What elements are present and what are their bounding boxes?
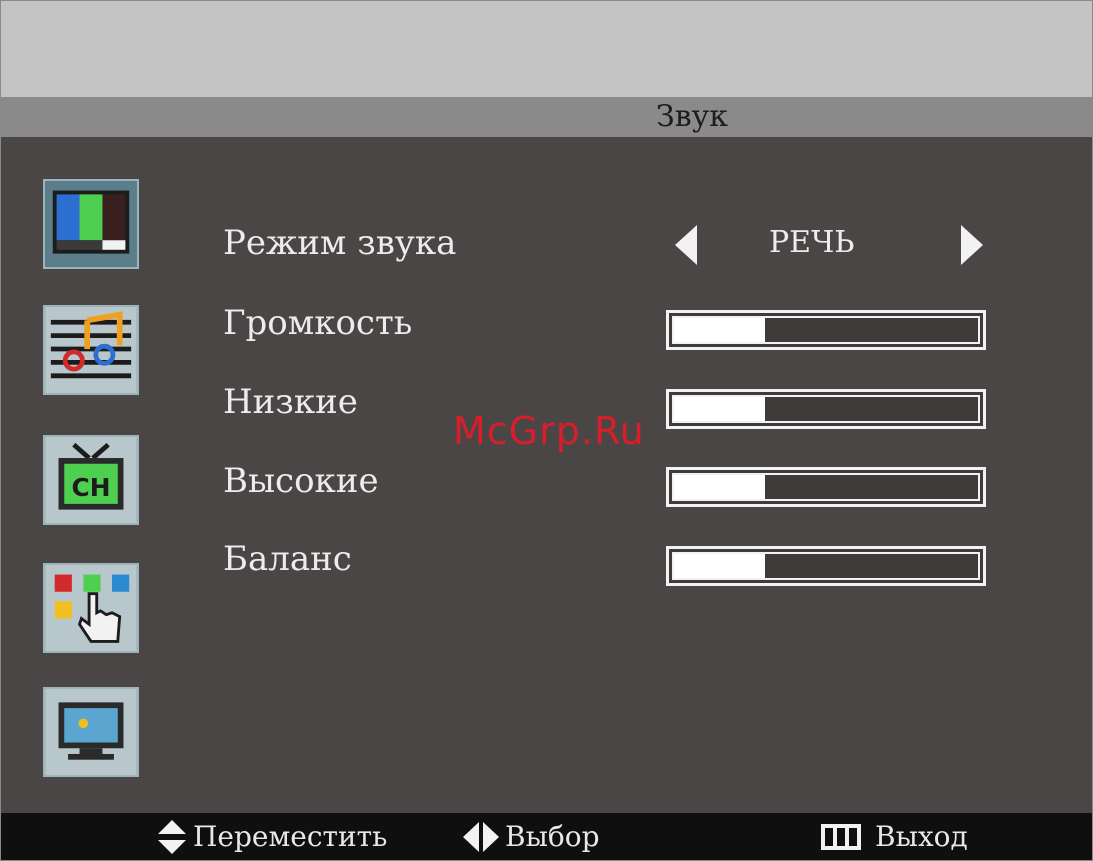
treble-slider-fill [674, 475, 766, 499]
channel-icon: CH [45, 437, 137, 523]
sidebar-item-features[interactable] [43, 563, 139, 653]
left-right-arrows-icon [463, 821, 499, 852]
treble-slider[interactable] [666, 467, 986, 507]
hint-exit: Выход [821, 813, 968, 860]
sound-mode-label: Режим звука [223, 223, 457, 263]
volume-slider[interactable] [666, 310, 986, 350]
menu-button-icon [821, 823, 861, 850]
screen-icon [45, 689, 137, 775]
hint-select-label: Выбор [505, 820, 600, 853]
sound-mode-value[interactable]: РЕЧЬ [769, 225, 855, 260]
hint-exit-label: Выход [875, 820, 968, 853]
osd-menu: Звук CH Режим звука РЕЧЬ Громкость Низки… [0, 0, 1093, 861]
features-icon [45, 565, 137, 651]
picture-icon [45, 181, 137, 267]
footer-hints: Переместить Выбор Выход [1, 813, 1092, 860]
top-bar [1, 1, 1092, 97]
title-bar: Звук [1, 97, 1092, 137]
bass-slider[interactable] [666, 389, 986, 429]
treble-label: Высокие [223, 461, 379, 501]
balance-label: Баланс [223, 539, 352, 579]
sound-icon [45, 307, 137, 393]
watermark: McGrp.Ru [453, 409, 645, 453]
sidebar-item-channel[interactable]: CH [43, 435, 139, 525]
bass-slider-fill [674, 397, 766, 421]
arrow-left-icon[interactable] [675, 225, 699, 265]
arrow-right-icon[interactable] [959, 225, 983, 265]
sidebar-item-picture[interactable] [43, 179, 139, 269]
up-down-arrows-icon [158, 819, 186, 854]
volume-label: Громкость [223, 303, 413, 343]
balance-slider[interactable] [666, 546, 986, 586]
balance-slider-fill [674, 554, 766, 578]
volume-slider-fill [674, 318, 766, 342]
hint-move: Переместить [157, 813, 387, 860]
sidebar-item-sound[interactable] [43, 305, 139, 395]
bass-label: Низкие [223, 382, 358, 422]
svg-text:CH: CH [71, 473, 110, 502]
menu-title: Звук [656, 99, 728, 134]
hint-select: Выбор [463, 813, 600, 860]
sidebar-item-screen[interactable] [43, 687, 139, 777]
hint-move-label: Переместить [193, 820, 388, 853]
